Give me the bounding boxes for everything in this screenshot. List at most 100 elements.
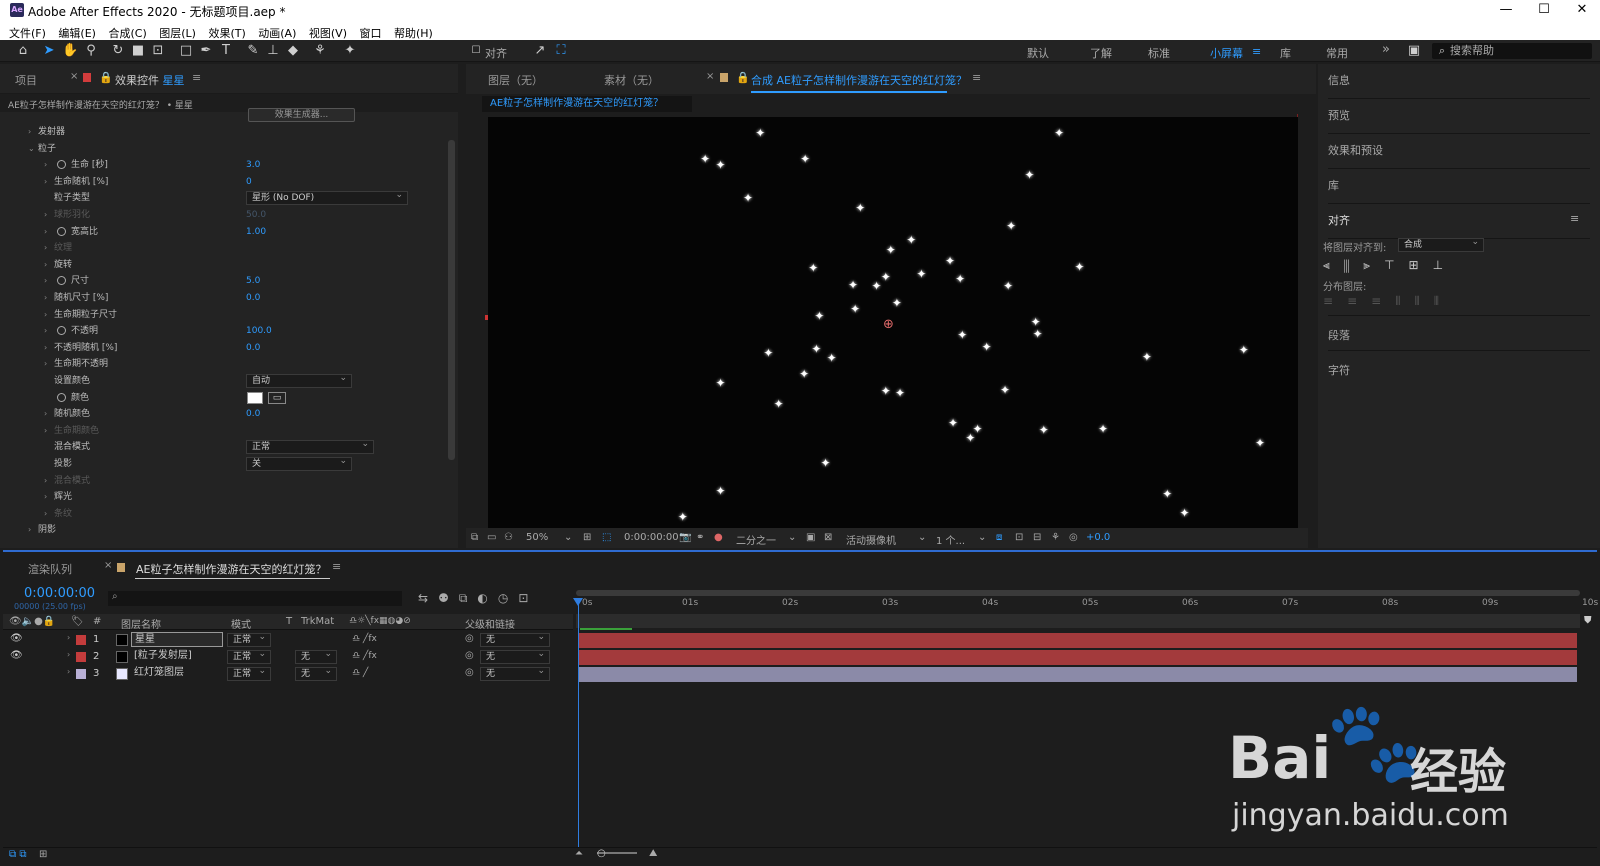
chevron-right-icon[interactable]: › bbox=[44, 506, 47, 522]
graph-editor-icon[interactable]: ◷ bbox=[498, 591, 518, 605]
zoom-out-icon[interactable]: ⏶ bbox=[575, 848, 583, 859]
zoom-in-icon[interactable]: ⛰ bbox=[649, 848, 657, 859]
align-left-icon[interactable]: ⫷ bbox=[1323, 258, 1344, 272]
menu-edit[interactable]: 编辑(E) bbox=[58, 22, 96, 41]
chevron-right-icon[interactable]: › bbox=[44, 423, 47, 439]
chevron-right-icon[interactable]: › bbox=[44, 489, 47, 505]
chevron-right-icon[interactable]: › bbox=[44, 224, 47, 240]
menu-view[interactable]: 视图(V) bbox=[309, 22, 347, 41]
chevron-right-icon[interactable]: › bbox=[44, 257, 47, 273]
selection-tool-icon[interactable]: ➤ bbox=[41, 43, 57, 59]
eyedropper-icon[interactable]: ▭ bbox=[268, 391, 286, 404]
chevron-right-icon[interactable]: › bbox=[44, 207, 47, 223]
library-panel-header[interactable]: 库 bbox=[1328, 177, 1339, 193]
always-preview-icon[interactable]: ⧉ bbox=[471, 532, 478, 543]
pan-behind-tool-icon[interactable]: ⊡ bbox=[150, 43, 166, 59]
fit-icon[interactable]: ⊞ bbox=[583, 532, 591, 543]
color-channels-icon[interactable]: ● bbox=[714, 532, 723, 543]
tab-project[interactable]: 项目 bbox=[15, 72, 37, 88]
tab-footage[interactable]: 素材（无） bbox=[604, 72, 659, 88]
property-value[interactable]: 0.0 bbox=[246, 406, 260, 422]
align-panel-header[interactable]: 对齐 bbox=[1328, 212, 1350, 228]
comp-mini-flowchart-icon[interactable]: ⇆ bbox=[418, 591, 438, 605]
property-row[interactable]: 投影 关 bbox=[0, 455, 438, 472]
zoom-chevron-icon[interactable]: ⌄ bbox=[564, 532, 572, 543]
current-time-indicator[interactable] bbox=[578, 600, 579, 847]
brush-tool-icon[interactable]: ✎ bbox=[245, 43, 261, 59]
property-row[interactable]: › 旋转 bbox=[0, 257, 438, 273]
property-row[interactable]: 颜色 ▭ bbox=[0, 390, 438, 406]
chevron-right-icon[interactable]: › bbox=[44, 356, 47, 372]
visibility-eye-icon[interactable]: 👁 bbox=[10, 650, 23, 661]
timeline-layer-row[interactable]: 👁 › 2 [粒子发射层] 正常 无 ♎ ╱fx ◎ 无 bbox=[3, 648, 573, 665]
property-row[interactable]: › 随机颜色 0.0 bbox=[0, 406, 438, 422]
home-icon[interactable]: ⌂ bbox=[15, 43, 31, 59]
property-value[interactable]: 50.0 bbox=[246, 207, 266, 223]
resolution-chevron-icon[interactable]: ⌄ bbox=[788, 532, 796, 543]
property-dropdown[interactable]: 星形 (No DOF) bbox=[246, 189, 408, 206]
layer-label-color[interactable] bbox=[76, 669, 86, 679]
character-panel-header[interactable]: 字符 bbox=[1328, 362, 1350, 378]
layer-name-header[interactable]: 图层名称 bbox=[121, 616, 161, 631]
property-row[interactable]: › 发射器 bbox=[0, 124, 438, 140]
property-value[interactable]: 100.0 bbox=[246, 323, 272, 339]
workspace-menu-icon[interactable]: ≡ bbox=[1252, 45, 1261, 58]
fast-previews-icon[interactable]: ⊡ bbox=[1015, 532, 1023, 543]
layer-duration-bar[interactable] bbox=[579, 633, 1577, 648]
reset-exposure-icon[interactable]: ◎ bbox=[1069, 532, 1078, 543]
workspace-sync-icon[interactable]: ▣ bbox=[1406, 43, 1422, 59]
comp-marker-bin-icon[interactable]: ⛊ bbox=[1584, 615, 1592, 626]
properties-scrollbar[interactable] bbox=[448, 140, 455, 460]
flowchart-icon[interactable]: ⚘ bbox=[1051, 532, 1060, 543]
stopwatch-icon[interactable] bbox=[57, 226, 66, 236]
distribute-right-icon[interactable]: ⦀ bbox=[1434, 294, 1453, 308]
workspace-default[interactable]: 默认 bbox=[1027, 45, 1049, 61]
trkmat-dropdown[interactable]: 无 bbox=[295, 648, 337, 664]
stopwatch-icon[interactable] bbox=[57, 276, 66, 286]
toggle-pixel-aspect-icon[interactable]: ⧈ bbox=[996, 532, 1002, 543]
close-timeline-tab-icon[interactable]: × bbox=[104, 560, 112, 571]
chevron-right-icon[interactable]: › bbox=[44, 240, 47, 256]
property-row[interactable]: › 生命随机 [%] 0 bbox=[0, 174, 438, 190]
type-tool-icon[interactable]: T bbox=[218, 43, 234, 59]
show-snapshot-icon[interactable]: ⚭ bbox=[696, 532, 704, 543]
snapshot-icon[interactable]: 📷 bbox=[679, 532, 691, 543]
transparency-grid-icon[interactable]: ▣ bbox=[806, 532, 815, 543]
close-tab-icon[interactable]: × bbox=[70, 71, 78, 82]
property-row[interactable]: › 生命期粒子尺寸 bbox=[0, 307, 438, 323]
align-hcenter-icon[interactable]: ⫼ bbox=[1344, 258, 1364, 272]
menu-file[interactable]: 文件(F) bbox=[9, 22, 46, 41]
chevron-right-icon[interactable]: › bbox=[44, 174, 47, 190]
paragraph-panel-header[interactable]: 段落 bbox=[1328, 327, 1350, 343]
pick-whip-icon[interactable]: ◎ bbox=[465, 633, 474, 644]
close-comp-tab-icon[interactable]: × bbox=[706, 71, 714, 82]
time-zoom-handle-icon[interactable]: ○ bbox=[597, 848, 606, 859]
roto-brush-tool-icon[interactable]: ⚘ bbox=[312, 43, 328, 59]
draft-3d-icon[interactable]: ⊡ bbox=[518, 591, 538, 605]
hand-tool-icon[interactable]: ✋ bbox=[62, 43, 78, 59]
shy-layers-icon[interactable]: ⚉ bbox=[438, 591, 459, 605]
property-value[interactable]: 5.0 bbox=[246, 273, 260, 289]
info-panel-header[interactable]: 信息 bbox=[1328, 72, 1350, 88]
resolution-dropdown[interactable]: 二分之一 bbox=[736, 532, 776, 547]
layer-duration-bar[interactable] bbox=[579, 667, 1577, 682]
menu-animation[interactable]: 动画(A) bbox=[258, 22, 296, 41]
work-area-bar[interactable] bbox=[576, 590, 1580, 596]
align-top-icon[interactable]: ⊤ bbox=[1384, 258, 1408, 272]
tab-layer[interactable]: 图层（无） bbox=[488, 72, 543, 88]
property-row[interactable]: › 阴影 bbox=[0, 522, 438, 534]
property-dropdown[interactable]: 自动 bbox=[246, 372, 352, 388]
property-row[interactable]: 粒子类型 星形 (No DOF) bbox=[0, 189, 438, 206]
chevron-right-icon[interactable]: › bbox=[28, 124, 31, 140]
distribute-bottom-icon[interactable]: ≡ bbox=[1371, 294, 1395, 308]
layer-switches-icons[interactable]: ♎ ╱fx bbox=[352, 634, 377, 644]
chevron-right-icon[interactable]: › bbox=[44, 473, 47, 489]
visibility-eye-icon[interactable]: 👁 bbox=[10, 633, 23, 644]
effect-builder-button[interactable]: 效果生成器... bbox=[248, 108, 355, 122]
property-value[interactable]: 0.0 bbox=[246, 290, 260, 306]
property-row[interactable]: ⌄ 粒子 bbox=[0, 141, 438, 157]
render-time-icon[interactable]: ⊞ bbox=[39, 849, 47, 860]
parent-dropdown[interactable]: 无 bbox=[480, 648, 550, 664]
layer-label-color[interactable] bbox=[76, 652, 86, 662]
property-row[interactable]: › 不透明 100.0 bbox=[0, 323, 438, 339]
